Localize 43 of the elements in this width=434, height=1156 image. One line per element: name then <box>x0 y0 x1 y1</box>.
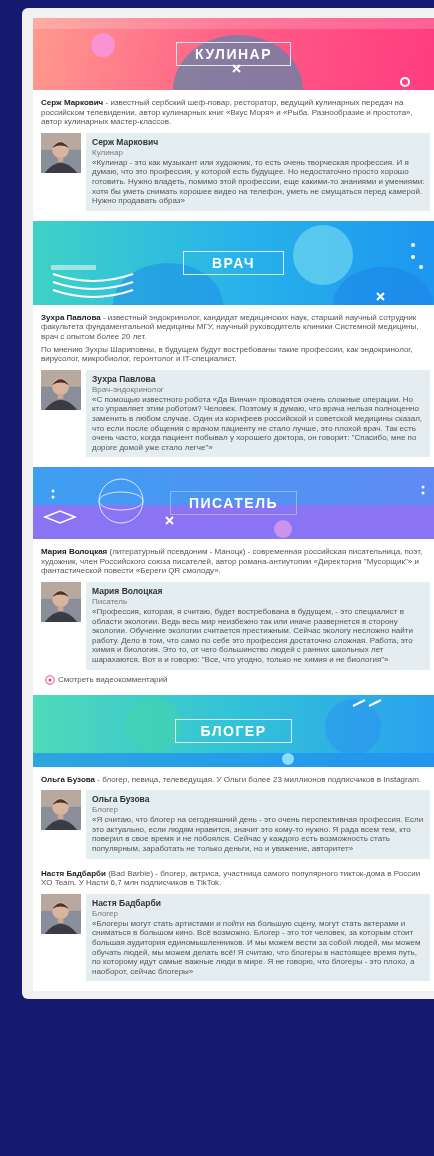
person-name: Серж Маркович <box>92 136 160 147</box>
quote-text: «С помощью известного робота «Да Винчи» проводятся очень сложные операции. Но кто управляет этим роботом? Человек. Поэтому я думаю, что врача нельзя полноценно заменить в любом случае. Один из корифеев российской и советской медицины сказал, что если после общения с врачом пациенту не стало лучше, это плохой врач. Так есть очень часто, когда пациент побывал у хорошего доктора, он говорит: "Спасибо, мне по дороге домой уже стало легче"» <box>92 394 423 453</box>
person-role: Врач-эндокринолог <box>92 384 165 394</box>
dots-icon <box>421 485 425 495</box>
section-title: ВРАЧ <box>182 250 285 275</box>
intro-paragraph: Мария Волоцкая (литературный псевдоним - Маноцк) - современная российская писательница, поэт, художник, член Российского союза писателей, автор романа-антиутопии «Директория "Мусорщик"» и фантастической повести «Береги QR смолоду». <box>41 547 424 577</box>
section-title: ПИСАТЕЛЬ <box>169 491 298 516</box>
person-role: Кулинар <box>92 147 124 157</box>
decorative-circle <box>274 520 292 539</box>
dots-icon <box>411 242 423 269</box>
globe-drawing <box>98 478 144 524</box>
play-icon <box>45 674 55 685</box>
person-name: Настя Бадбарби <box>92 897 162 908</box>
person-role: Блогер <box>92 908 119 918</box>
quote-text: «Кулинар - это как музыкант или художник, то есть очень творческая профессия. И я думаю, что это профессия, у которой есть будущее. Но недостаточно просто хорошо готовить. Нужно владеть, помимо этой профессии, еще какими-то знаниями и умениями: хотя бы уметь снимать хорошее видео на телефон, уметь не смущаться перед камерой. Нужно продавать образ» <box>92 157 425 206</box>
decorative-circle <box>293 224 353 285</box>
cross-icon <box>232 64 241 73</box>
person-role: Блогер <box>92 805 119 815</box>
person-name: Зухра Павлова <box>92 373 157 384</box>
quote-text: «Я считаю, что блогер на сегодняшний день - это очень перспективная профессия. Если это актуально, если людям нравится, значит это кому-то нужно. Я рада всем тем, кто поверил в свое время и не побоялся. Сейчас у каждого есть возможность стать популярным, заработать не только деньги, но и уважение, авторитет» <box>92 815 425 854</box>
ring-icon <box>400 77 410 87</box>
person-role: Писатель <box>92 597 129 607</box>
quote-text: «Профессия, которая, я считаю, будет востребована в будущем, - это специалист в области экологии. Ведь весь мир неизбежно так или иначе развернется в сторону экологии. Обучение экологии считается престижным. Сейчас экологу несложно найти работу. Дело в том, что само по себе это профессия достаточно сложная. Работа, это химия и биология. Это то, от чего большинство людей с ранних школьных лет шарахаются. Вот я и говорю: "Все, что угодно, только не химия и не биология"» <box>92 607 414 665</box>
section-title: КУЛИНАР <box>176 42 291 66</box>
person-name: Мария Волоцкая <box>92 586 164 597</box>
section-title: БЛОГЕР <box>175 718 292 743</box>
intro-paragraph: По мнению Зухры Шариповны, в будущем будут востребованы такие профессии, как эндокринолог, вирусолог, микробиолог, геронтолог и IT-специалист. <box>41 344 414 364</box>
quote-text: «Блогеры могут стать артистами и пойти на большую сцену, могут стать актерами и сниматься в большом кино. Всё возможно. Блогер - это тот человек, за которым стоит большая аудитория единомышленников. И мы можем вести за собой людей, мы можем обучать людей, мы можем делать всё! Я считаю, что блогеры в настоящее время путь, по которому идут самые важные люди в мире. Я не говорю, что блогеры - это плохо, а наоборот, сейчас блогеры» <box>92 918 422 977</box>
dots-icon <box>51 489 55 499</box>
decorative-circle <box>282 752 294 765</box>
cross-icon <box>376 291 385 301</box>
video-link[interactable]: Смотреть видеокомментарий <box>45 674 168 685</box>
person-name: Ольга Бузова <box>92 794 151 805</box>
intro-paragraph: Ольга Бузова - блогер, певица, телеведущая. У Ольги более 23 миллионов подписчиков в Instagram. <box>41 774 423 785</box>
decorative-circle <box>325 698 381 755</box>
intro-paragraph: Серж Маркович - известный сербский шеф-повар, ресторатор, ведущий кулинарных передач на российском телевидении, автор кулинарных книг «Вкус Моря» и «Рыба. Разнообразие и простота», автор кулинарных мастер-классов. <box>41 98 414 127</box>
intro-paragraph: Зухра Павлова - известный эндокринолог, кандидат медицинских наук, старший научный сотрудник факультета фундаментальной медицины МГУ, научный руководитель клиники Системной медицины, врач с опытом более 20 лет. <box>41 312 420 342</box>
diamond-icon <box>43 510 77 525</box>
decorative-circle <box>91 33 115 57</box>
intro-paragraph: Настя Бадбарби (Bad Barbie) - блогер, актриса, участница самого популярного тикток-дома в России XO Team. У Насти 6,7 млн подписчиков в TikTok. <box>41 868 422 888</box>
decorative-circle <box>125 696 181 753</box>
cross-icon <box>165 516 174 526</box>
slash-icon <box>352 698 382 707</box>
